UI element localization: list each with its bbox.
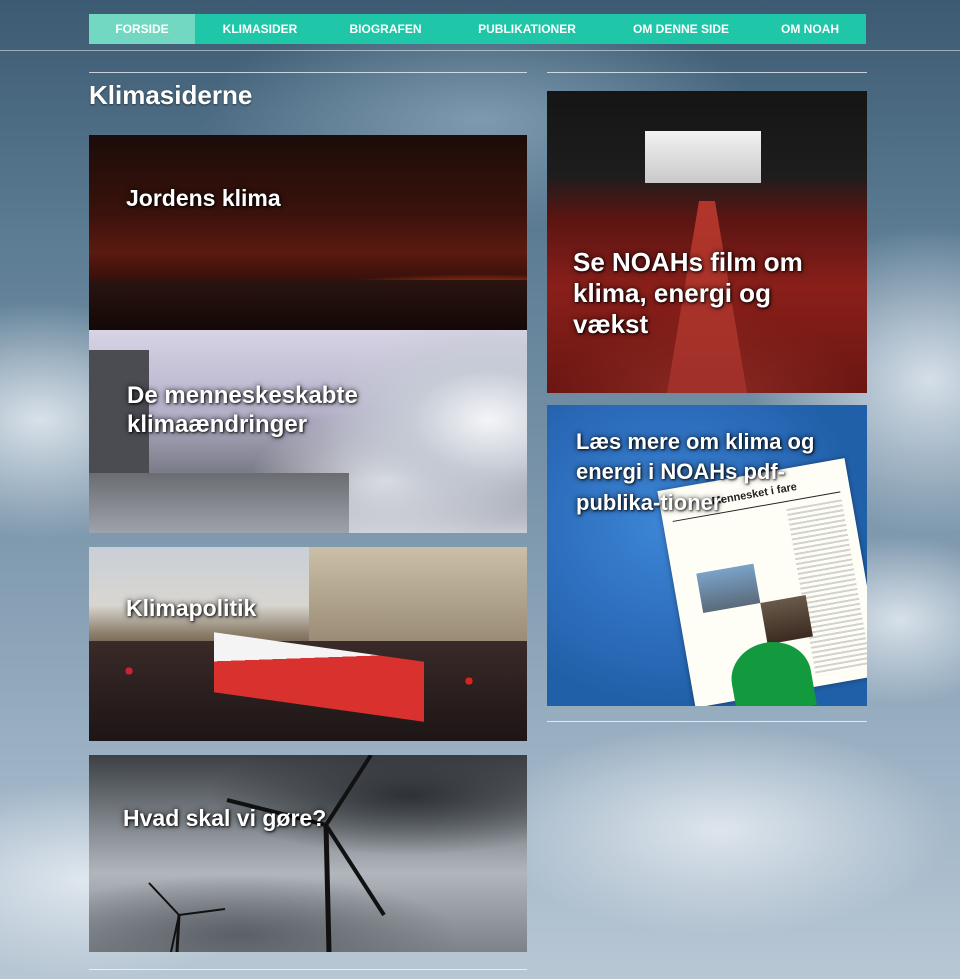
page-title: Klimasiderne [89,80,253,110]
tile-menneskeskabte-klimaaendringer[interactable]: De menneskeskabte klimaændringer [89,330,527,533]
publication-photo [760,594,813,645]
nav-forside[interactable]: FORSIDE [89,14,195,44]
building-image [309,547,527,642]
publication-photo [696,563,761,614]
main-divider-top [89,72,527,73]
side-divider-bottom [547,721,867,722]
tile-caption: Hvad skal vi gøre? [123,805,327,831]
nav-biografen[interactable]: BIOGRAFEN [325,14,446,44]
header-divider [0,50,960,51]
tile-caption: Jordens klima [126,185,281,211]
tile-hvad-skal-vi-goere[interactable]: Hvad skal vi gøre? [89,755,527,952]
wind-turbine-image [148,755,386,952]
tile-caption: De menneskeskabte klimaændringer [127,382,358,438]
side-divider-top [547,72,867,73]
nav-publikationer[interactable]: PUBLIKATIONER [446,14,608,44]
tile-jordens-klima[interactable]: Jordens klima [89,135,527,330]
publication-green-shape [725,635,817,706]
nav-klimasider[interactable]: KLIMASIDER [195,14,325,44]
sunset-hill [89,280,527,330]
main-nav: FORSIDE KLIMASIDER BIOGRAFEN PUBLIKATION… [89,14,866,44]
tile-noah-film[interactable]: Se NOAHs film om klima, energi og vækst [547,91,867,393]
flooded-street-image [89,473,349,533]
tile-noah-publikationer[interactable]: Mennesket i fare Læs mere om klima og en… [547,405,867,706]
nav-om-noah[interactable]: OM NOAH [754,14,866,44]
tile-caption: Klimapolitik [126,595,257,621]
nav-om-denne-side[interactable]: OM DENNE SIDE [608,14,754,44]
main-divider-bottom [89,969,527,970]
tile-caption: Se NOAHs film om klima, energi og vækst [573,247,803,340]
tile-caption: Læs mere om klima og energi i NOAHs pdf-… [576,429,815,515]
cinema-screen-image [645,131,761,183]
tile-klimapolitik[interactable]: Klimapolitik [89,547,527,741]
